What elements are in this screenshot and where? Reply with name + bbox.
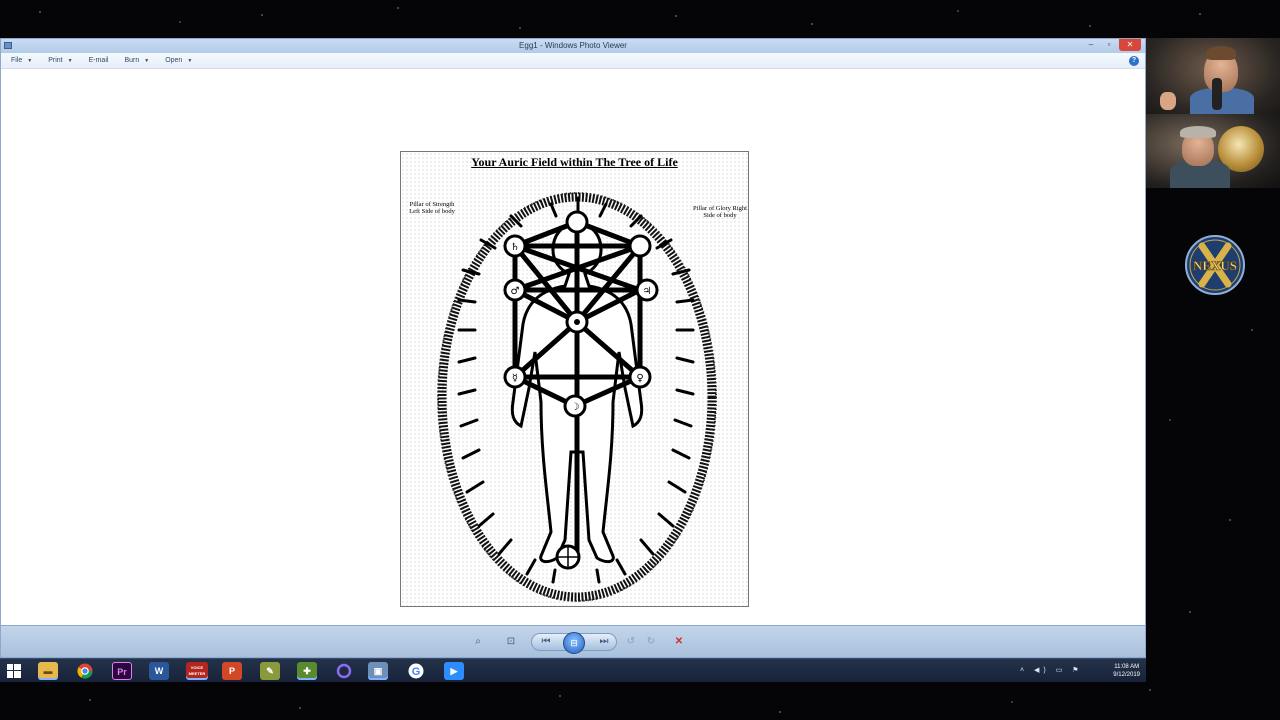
- photo-viewer-window: Egg1 - Windows Photo Viewer – ▫ ✕ File ▼ …: [0, 38, 1146, 658]
- menu-open-label: Open: [165, 57, 183, 64]
- svg-text:☿: ☿: [512, 373, 518, 384]
- zoom-icon[interactable]: ⌕: [467, 635, 489, 649]
- window-controls: – ▫ ✕: [1083, 39, 1141, 53]
- delete-button[interactable]: ✕: [671, 635, 687, 649]
- menu-burn[interactable]: Burn ▼: [124, 57, 149, 64]
- minimize-button[interactable]: –: [1083, 39, 1099, 51]
- logo-text: NEXUS: [1193, 258, 1237, 273]
- file-explorer-icon[interactable]: ▬: [38, 662, 58, 680]
- close-button[interactable]: ✕: [1119, 39, 1141, 51]
- tree-of-life-drawing: ♄ ♂ ♃ ☿ ♀ ☽: [437, 192, 717, 602]
- menu-email[interactable]: E-mail: [89, 57, 109, 64]
- actual-size-icon[interactable]: ⊡: [501, 635, 521, 649]
- image-viewport[interactable]: Your Auric Field within The Tree of Life…: [1, 70, 1145, 625]
- svg-text:♀: ♀: [636, 373, 643, 384]
- svg-text:☽: ☽: [571, 402, 580, 413]
- clock-time: 11:08 AM: [1114, 664, 1140, 670]
- menu-print-label: Print: [48, 57, 63, 64]
- host-hair: [1206, 46, 1236, 60]
- window-title: Egg1 - Windows Photo Viewer: [519, 41, 627, 50]
- menu-print[interactable]: Print ▼: [48, 57, 72, 64]
- displayed-image: Your Auric Field within The Tree of Life…: [400, 151, 749, 607]
- svg-text:G: G: [412, 666, 421, 678]
- windows-start-icon[interactable]: [4, 662, 24, 680]
- chevron-down-icon: ▼: [144, 57, 150, 64]
- chrome-icon[interactable]: [75, 662, 95, 680]
- webcam-feed-host: [1146, 38, 1280, 114]
- word-icon[interactable]: W: [149, 662, 169, 680]
- svg-text:♄: ♄: [511, 242, 520, 253]
- kether-circle: [565, 210, 589, 234]
- paint-icon[interactable]: ✎: [260, 662, 280, 680]
- premiere-icon[interactable]: Pr: [112, 662, 132, 680]
- chevron-down-icon: ▼: [67, 57, 73, 64]
- app-launcher-icon[interactable]: ✚: [297, 662, 317, 680]
- rotate-counterclockwise-icon[interactable]: ↺: [623, 635, 639, 649]
- tray-icons[interactable]: ˄ ◀) ▭ ⚑: [1020, 666, 1083, 674]
- google-icon[interactable]: G: [406, 662, 426, 680]
- title-bar[interactable]: Egg1 - Windows Photo Viewer – ▫ ✕: [1, 39, 1145, 53]
- nexus-logo: NEXUS: [1180, 232, 1250, 298]
- menu-bar: File ▼ Print ▼ E-mail Burn ▼ Open ▼ ?: [1, 53, 1145, 69]
- photo-viewer-app-icon: [4, 42, 12, 49]
- clock-date: 9/12/2019: [1113, 672, 1140, 678]
- powerpoint-icon[interactable]: P: [222, 662, 242, 680]
- system-tray: ˄ ◀) ▭ ⚑ 11:08 AM 9/12/2019: [1020, 661, 1140, 681]
- photo-viewer-taskbar-icon[interactable]: ▣: [368, 662, 388, 680]
- next-button[interactable]: ⏭: [594, 635, 614, 649]
- tree-of-life-paths: [512, 219, 643, 560]
- previous-button[interactable]: ⏮: [536, 635, 556, 649]
- voicemeeter-icon[interactable]: VOICE MEETER: [186, 662, 208, 680]
- menu-email-label: E-mail: [88, 57, 109, 64]
- microphone: [1212, 78, 1222, 110]
- maximize-button[interactable]: ▫: [1101, 39, 1117, 51]
- clock[interactable]: 11:08 AM 9/12/2019: [1113, 663, 1140, 679]
- windows-taskbar: ▬ Pr W VOICE MEETER P ✎ ✚ ▣ G ▶ ˄ ◀) ▭ ⚑…: [0, 658, 1146, 682]
- help-icon[interactable]: ?: [1129, 56, 1139, 66]
- rotate-clockwise-icon[interactable]: ↻: [643, 635, 659, 649]
- slideshow-button[interactable]: ⊟: [563, 632, 585, 654]
- menu-file-label: File: [11, 57, 23, 64]
- cortana-icon[interactable]: [334, 662, 354, 680]
- navigation-group: ⏮ ⊟ ⏭: [531, 632, 617, 654]
- zoom-app-icon[interactable]: ▶: [444, 662, 464, 680]
- bottom-toolbar: ⌕ ⊡ ⏮ ⊟ ⏭ ↺ ↻ ✕: [1, 625, 1145, 657]
- chokmah-circle: [628, 234, 652, 258]
- webcam-feed-guest: [1146, 114, 1280, 188]
- chevron-down-icon: ▼: [187, 57, 193, 64]
- guest-hair: [1180, 126, 1216, 138]
- menu-open[interactable]: Open ▼: [165, 57, 192, 64]
- svg-text:♂: ♂: [511, 286, 520, 297]
- chevron-down-icon: ▼: [27, 57, 33, 64]
- sun-symbol-dot: [574, 319, 580, 325]
- menu-file[interactable]: File ▼: [11, 57, 32, 64]
- host-hand: [1160, 92, 1176, 110]
- menu-burn-label: Burn: [124, 57, 140, 64]
- svg-text:♃: ♃: [643, 286, 652, 297]
